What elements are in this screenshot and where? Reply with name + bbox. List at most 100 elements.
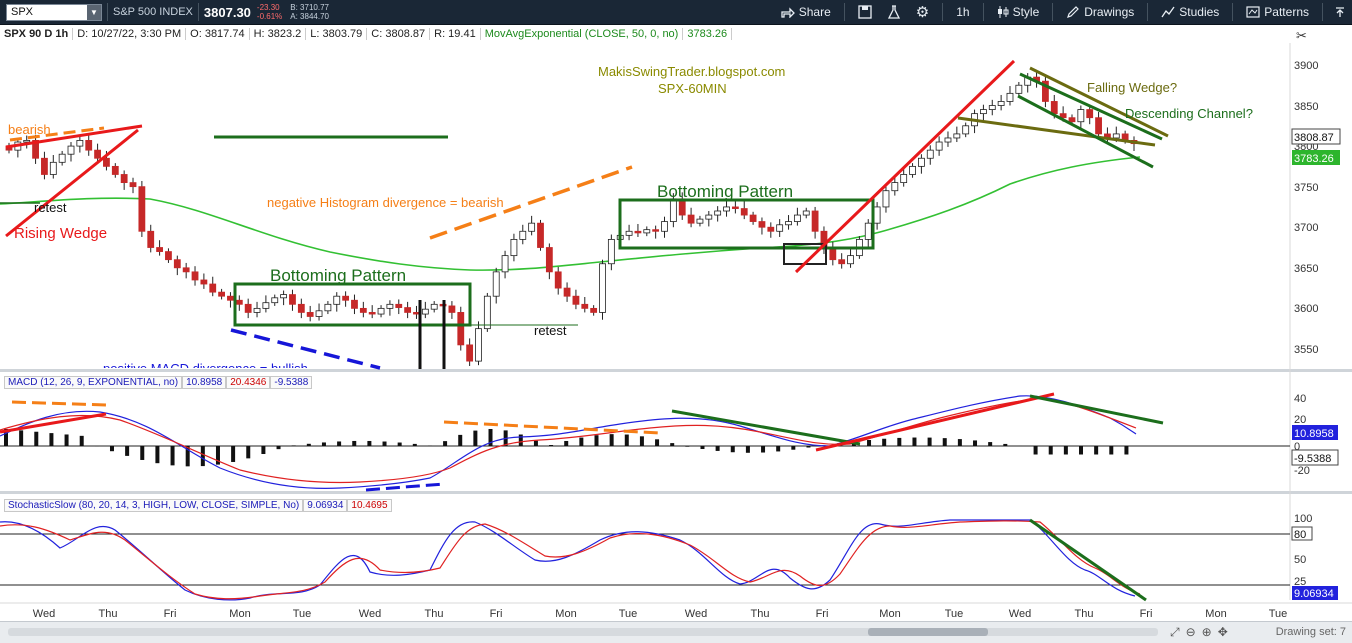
macd-histogram-bar: [1049, 446, 1053, 455]
price-tick: 3700: [1294, 222, 1318, 234]
drawing-set-label[interactable]: Drawing set: 7: [1276, 626, 1346, 638]
time-axis-label: Mon: [1205, 608, 1226, 620]
toolbar-divider: [942, 3, 943, 21]
instrument-name: S&P 500 INDEX: [113, 6, 193, 18]
chart-spec[interactable]: SPX 90 D 1h: [0, 28, 73, 40]
symbol-selector[interactable]: SPX ▼: [6, 4, 102, 21]
candle-body: [848, 256, 854, 264]
candle-body: [724, 207, 730, 211]
share-button[interactable]: Share: [773, 0, 839, 25]
horizontal-scrollbar[interactable]: [8, 628, 1158, 636]
macd-histogram-bar: [776, 446, 780, 451]
time-axis-label: Thu: [99, 608, 118, 620]
candle-body: [307, 312, 313, 316]
candle-body: [334, 296, 340, 304]
macd-histogram-bar: [246, 446, 250, 458]
settings-button[interactable]: ⚙: [908, 0, 937, 25]
pane-divider-macd[interactable]: [0, 369, 1352, 372]
stoch-tick: 100: [1294, 513, 1312, 525]
candle-body: [511, 239, 517, 255]
time-axis-label: Fri: [816, 608, 829, 620]
candle-body: [591, 308, 597, 312]
candle-body: [405, 308, 411, 313]
candle-body: [1078, 110, 1084, 122]
candle-body: [644, 230, 650, 233]
macd-histogram-bar: [443, 441, 447, 446]
macd-histogram-bar: [34, 432, 38, 446]
chevron-down-icon[interactable]: ▼: [87, 5, 101, 20]
pane-divider-stoch[interactable]: [0, 491, 1352, 494]
macd-histogram-bar: [579, 438, 583, 446]
candle-body: [139, 187, 145, 232]
toolbar-divider: [198, 3, 199, 21]
candle-body: [918, 158, 924, 166]
save-button[interactable]: [850, 0, 880, 25]
expand-icon[interactable]: ⤢: [1170, 625, 1180, 640]
candle-body: [901, 174, 907, 182]
crosshair-icon[interactable]: ✥: [1218, 625, 1228, 640]
candle-body: [77, 140, 83, 146]
candle-body: [343, 296, 349, 300]
cursor-tool-icon[interactable]: ✂: [1296, 28, 1307, 43]
macd-histogram-bar: [988, 442, 992, 446]
macd-histogram-bar: [307, 444, 311, 446]
style-button[interactable]: Style: [989, 0, 1048, 25]
candle-body: [1087, 110, 1093, 118]
patterns-button[interactable]: Patterns: [1238, 0, 1317, 25]
macd-histogram-bar: [201, 446, 205, 466]
candle-body: [529, 223, 535, 231]
style-label: Style: [1013, 5, 1040, 19]
zoom-out-icon[interactable]: ⊖: [1186, 625, 1196, 640]
candle-body: [546, 248, 552, 272]
macd-histogram-bar: [1003, 444, 1007, 446]
time-axis-label: Mon: [555, 608, 576, 620]
macd-tick: 20: [1294, 414, 1306, 426]
scrollbar-thumb[interactable]: [868, 628, 988, 636]
macd-hist-badge: -9.5388: [1294, 453, 1331, 465]
candle-body: [245, 304, 251, 312]
stoch-badge: 9.06934: [1294, 588, 1334, 600]
candle-body: [1113, 134, 1119, 138]
candle-body: [484, 296, 490, 328]
timeframe-button[interactable]: 1h: [948, 0, 977, 25]
price-tick: 3850: [1294, 101, 1318, 113]
ema-study-label[interactable]: MovAvgExponential (CLOSE, 50, 0, no): [481, 28, 684, 40]
candle-body: [662, 222, 668, 232]
studies-button[interactable]: Studies: [1153, 0, 1227, 25]
candle-body: [130, 183, 136, 187]
candle-body: [422, 309, 428, 314]
macd-histogram-bar: [867, 440, 871, 446]
toolbar-divider: [1052, 3, 1053, 21]
macd-hist-value: -9.5388: [270, 376, 312, 389]
ema-study-value: 3783.26: [683, 28, 732, 40]
macd-histogram-bar: [1034, 446, 1038, 455]
candle-body: [600, 264, 606, 313]
candle-body: [174, 260, 180, 268]
bid-value: B: 3710.77: [290, 3, 329, 12]
chart-canvas[interactable]: 3900 3850 3800 3750 3700 3650 3600 3550 …: [0, 25, 1352, 621]
beaker-button[interactable]: [880, 0, 908, 25]
candle-body: [706, 215, 712, 219]
drawings-button[interactable]: Drawings: [1058, 0, 1142, 25]
bottom-bar: ⤢ ⊖ ⊕ ✥ Drawing set: 7: [0, 621, 1352, 643]
candle-body: [582, 304, 588, 308]
candle-body: [537, 223, 543, 247]
price-tick: 3550: [1294, 344, 1318, 356]
candle-body: [378, 308, 384, 314]
candle-body: [1096, 118, 1102, 134]
stoch-study-label[interactable]: StochasticSlow (80, 20, 14, 3, HIGH, LOW…: [4, 499, 303, 512]
macd-histogram-bar: [625, 435, 629, 446]
candle-body: [325, 304, 331, 310]
timeframe-annotation: SPX-60MIN: [658, 81, 727, 96]
retest-annotation: retest: [34, 200, 67, 215]
candle-body: [475, 329, 481, 361]
macd-study-label[interactable]: MACD (12, 26, 9, EXPONENTIAL, no): [4, 376, 182, 389]
candle-body: [50, 162, 56, 174]
zoom-in-icon[interactable]: ⊕: [1202, 625, 1212, 640]
ohlc-close: C: 3808.87: [367, 28, 430, 40]
collapse-button[interactable]: [1328, 0, 1352, 25]
macd-histogram-bar: [155, 446, 159, 463]
candle-body: [768, 227, 774, 231]
candle-body: [183, 268, 189, 272]
gear-icon: ⚙: [916, 3, 929, 21]
